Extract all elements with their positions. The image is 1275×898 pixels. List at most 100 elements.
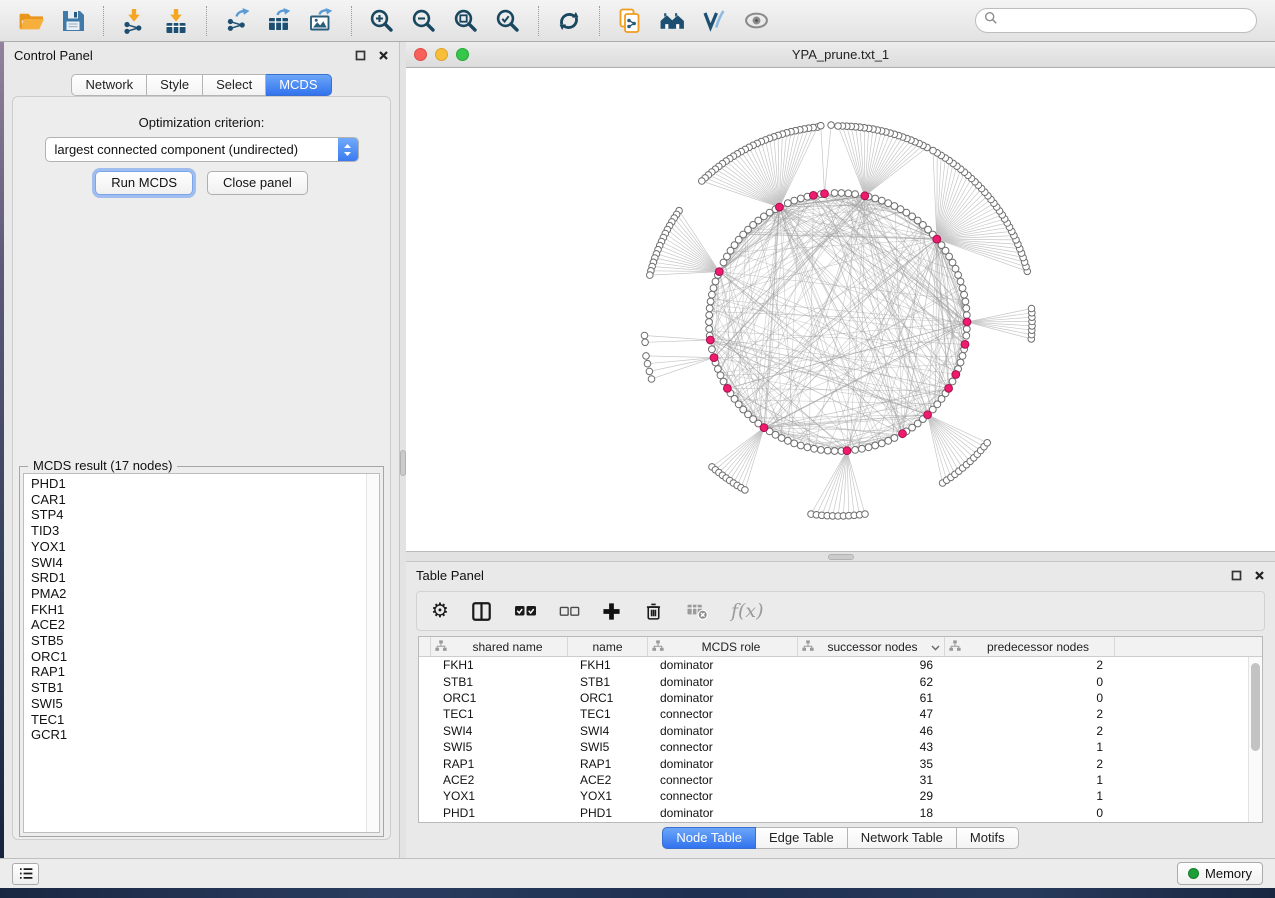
cell-predecessor-nodes[interactable]: 2: [945, 757, 1115, 771]
tab-style[interactable]: Style: [147, 74, 203, 96]
cell-shared-name[interactable]: STB1: [431, 675, 568, 689]
search-field[interactable]: [975, 8, 1257, 33]
export-network-icon[interactable]: [220, 4, 254, 38]
mcds-result-item[interactable]: SWI4: [24, 555, 365, 571]
cell-shared-name[interactable]: RAP1: [431, 757, 568, 771]
cell-predecessor-nodes[interactable]: 1: [945, 773, 1115, 787]
settings-icon[interactable]: ⚙: [431, 601, 449, 621]
mcds-result-item[interactable]: YOX1: [24, 539, 365, 555]
cell-predecessor-nodes[interactable]: 1: [945, 740, 1115, 754]
cell-name[interactable]: FKH1: [568, 658, 648, 672]
cell-name[interactable]: YOX1: [568, 789, 648, 803]
cell-MCDS-role[interactable]: dominator: [648, 724, 798, 738]
cell-successor-nodes[interactable]: 46: [798, 724, 945, 738]
zoom-out-icon[interactable]: [407, 4, 441, 38]
table-row[interactable]: FKH1FKH1dominator962: [419, 657, 1248, 673]
cell-shared-name[interactable]: PHD1: [431, 806, 568, 820]
mcds-result-item[interactable]: CAR1: [24, 492, 365, 508]
cell-name[interactable]: TEC1: [568, 707, 648, 721]
cell-MCDS-role[interactable]: dominator: [648, 691, 798, 705]
network-view[interactable]: [406, 68, 1275, 551]
mcds-result-item[interactable]: STP4: [24, 507, 365, 523]
apply-layout-icon[interactable]: [552, 4, 586, 38]
tab-select[interactable]: Select: [203, 74, 266, 96]
save-session-icon[interactable]: [56, 4, 90, 38]
float-panel-icon[interactable]: [355, 50, 366, 61]
table-row[interactable]: ORC1ORC1dominator610: [419, 690, 1248, 706]
cell-predecessor-nodes[interactable]: 2: [945, 724, 1115, 738]
select-all-icon[interactable]: [514, 604, 537, 618]
split-view-icon[interactable]: [471, 601, 492, 622]
cell-MCDS-role[interactable]: connector: [648, 740, 798, 754]
tab-mcds[interactable]: MCDS: [266, 74, 331, 96]
cell-name[interactable]: STB1: [568, 675, 648, 689]
cell-name[interactable]: SWI4: [568, 724, 648, 738]
cell-successor-nodes[interactable]: 18: [798, 806, 945, 820]
open-session-icon[interactable]: [14, 4, 48, 38]
table-row[interactable]: STB1STB1dominator620: [419, 673, 1248, 689]
table-row[interactable]: ACE2ACE2connector311: [419, 772, 1248, 788]
cell-successor-nodes[interactable]: 96: [798, 658, 945, 672]
search-input[interactable]: [998, 13, 1248, 28]
add-column-icon[interactable]: [602, 602, 621, 621]
cell-shared-name[interactable]: SWI5: [431, 740, 568, 754]
cell-predecessor-nodes[interactable]: 0: [945, 675, 1115, 689]
cell-name[interactable]: PHD1: [568, 806, 648, 820]
deselect-all-icon[interactable]: [559, 605, 580, 618]
cell-predecessor-nodes[interactable]: 0: [945, 806, 1115, 820]
table-tab-node-table[interactable]: Node Table: [662, 827, 756, 849]
cell-successor-nodes[interactable]: 35: [798, 757, 945, 771]
cell-shared-name[interactable]: ACE2: [431, 773, 568, 787]
column-header-successor-nodes[interactable]: successor nodes: [798, 637, 945, 656]
vizmapper-icon[interactable]: [697, 4, 731, 38]
zoom-fit-icon[interactable]: [449, 4, 483, 38]
mcds-result-list[interactable]: PHD1CAR1STP4TID3YOX1SWI4SRD1PMA2FKH1ACE2…: [23, 473, 380, 833]
close-panel-icon[interactable]: [1254, 570, 1265, 581]
mcds-result-item[interactable]: SWI5: [24, 696, 365, 712]
zoom-selected-icon[interactable]: [491, 4, 525, 38]
mcds-result-item[interactable]: GCR1: [24, 727, 365, 743]
cell-predecessor-nodes[interactable]: 2: [945, 658, 1115, 672]
list-scrollbar[interactable]: [366, 474, 379, 832]
mcds-result-item[interactable]: ACE2: [24, 617, 365, 633]
import-table-icon[interactable]: [159, 4, 193, 38]
mcds-result-item[interactable]: RAP1: [24, 664, 365, 680]
cell-successor-nodes[interactable]: 62: [798, 675, 945, 689]
mcds-result-item[interactable]: FKH1: [24, 602, 365, 618]
close-panel-button[interactable]: Close panel: [207, 171, 308, 195]
cell-shared-name[interactable]: YOX1: [431, 789, 568, 803]
column-header-predecessor-nodes[interactable]: predecessor nodes: [945, 637, 1115, 656]
cell-successor-nodes[interactable]: 47: [798, 707, 945, 721]
column-header-name[interactable]: name: [568, 637, 648, 656]
delete-column-icon[interactable]: [643, 600, 664, 622]
eye-icon[interactable]: [739, 4, 773, 38]
cell-shared-name[interactable]: SWI4: [431, 724, 568, 738]
cell-successor-nodes[interactable]: 43: [798, 740, 945, 754]
import-network-icon[interactable]: [117, 4, 151, 38]
table-tab-motifs[interactable]: Motifs: [957, 827, 1019, 849]
table-row[interactable]: RAP1RAP1dominator352: [419, 755, 1248, 771]
cell-name[interactable]: RAP1: [568, 757, 648, 771]
export-image-icon[interactable]: [304, 4, 338, 38]
cell-successor-nodes[interactable]: 29: [798, 789, 945, 803]
table-row[interactable]: TEC1TEC1connector472: [419, 706, 1248, 722]
task-history-button[interactable]: [12, 863, 39, 885]
table-row[interactable]: SWI4SWI4dominator462: [419, 723, 1248, 739]
cell-MCDS-role[interactable]: dominator: [648, 675, 798, 689]
memory-button[interactable]: Memory: [1177, 862, 1263, 885]
cell-MCDS-role[interactable]: dominator: [648, 806, 798, 820]
cell-successor-nodes[interactable]: 61: [798, 691, 945, 705]
mcds-result-item[interactable]: SRD1: [24, 570, 365, 586]
tab-network[interactable]: Network: [71, 74, 147, 96]
cell-predecessor-nodes[interactable]: 0: [945, 691, 1115, 705]
cell-MCDS-role[interactable]: connector: [648, 707, 798, 721]
mcds-result-item[interactable]: TID3: [24, 523, 365, 539]
scrollbar-thumb[interactable]: [1251, 663, 1260, 751]
mcds-result-item[interactable]: TEC1: [24, 712, 365, 728]
run-mcds-button[interactable]: Run MCDS: [95, 171, 193, 195]
cell-predecessor-nodes[interactable]: 1: [945, 789, 1115, 803]
cell-name[interactable]: ORC1: [568, 691, 648, 705]
cell-MCDS-role[interactable]: dominator: [648, 757, 798, 771]
houses-icon[interactable]: [655, 4, 689, 38]
export-table-icon[interactable]: [262, 4, 296, 38]
